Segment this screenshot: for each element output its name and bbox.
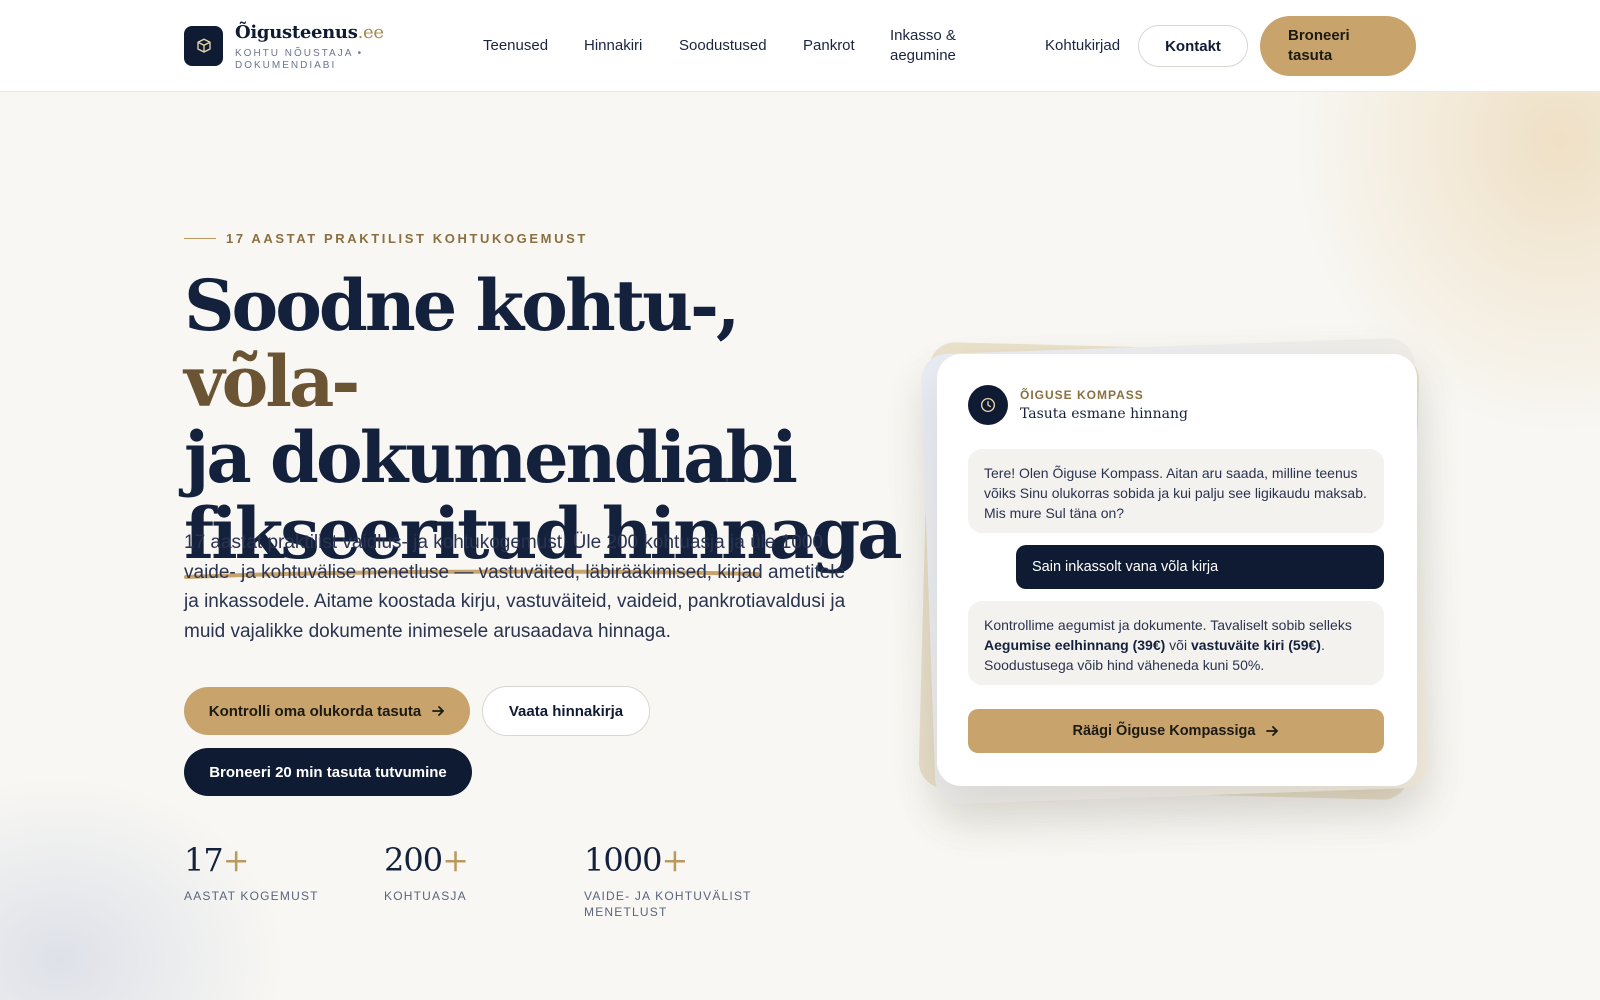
- nav-item-inkasso[interactable]: Inkasso & aegumine: [890, 26, 980, 66]
- price-objection: vastuväite kiri (59€): [1190, 637, 1321, 653]
- brand-name[interactable]: Õigusteenus.ee: [235, 22, 384, 43]
- logo-mark[interactable]: [184, 26, 223, 66]
- chat-user-message: Sain inkassolt vana võla kirja: [1016, 545, 1384, 589]
- nav-item-teenused[interactable]: Teenused: [483, 36, 548, 56]
- eyebrow-line: [184, 238, 216, 239]
- stat-value: 17+: [184, 841, 250, 879]
- chat-bot-greeting: Tere! Olen Õiguse Kompass. Aitan aru saa…: [968, 449, 1384, 533]
- eyebrow-text: 17 AASTAT PRAKTILIST KOHTUKOGEMUST: [226, 231, 588, 246]
- stat-value: 1000+: [584, 841, 688, 879]
- talk-to-compass-button[interactable]: Räägi Õiguse Kompassiga: [968, 709, 1384, 753]
- stat-label: KOHTUASJA: [384, 889, 467, 903]
- arrow-right-icon: [1266, 726, 1279, 736]
- clock-icon: [980, 397, 996, 413]
- stat-label: VAIDE- JA KOHTUVÄLIST MENETLUST: [584, 889, 752, 919]
- stat-value: 200+: [384, 841, 469, 879]
- site-header: Õigusteenus.ee KOHTU NÕUSTAJA • DOKUMEND…: [0, 0, 1600, 92]
- box-icon: [196, 38, 211, 53]
- headline-gold: võla-: [184, 340, 360, 423]
- hero-headline: Soodne kohtu-, võla- ja dokumendiabi fik…: [184, 268, 904, 579]
- nav-item-pankrot[interactable]: Pankrot: [803, 36, 855, 56]
- contact-button[interactable]: Kontakt: [1138, 25, 1248, 67]
- stat-experience: 17+ AASTAT KOGEMUST: [184, 842, 354, 904]
- arrow-right-icon: [432, 706, 445, 716]
- stat-court-cases: 200+ KOHTUASJA: [384, 842, 554, 904]
- talk-to-compass-label: Räägi Õiguse Kompassiga: [1072, 723, 1256, 739]
- brand-tld: .ee: [357, 22, 384, 43]
- book-intro-button[interactable]: Broneeri 20 min tasuta tutvumine: [184, 748, 472, 796]
- chat-title: Tasuta esmane hinnang: [1020, 406, 1188, 422]
- stat-label: AASTAT KOGEMUST: [184, 889, 319, 903]
- view-pricelist-button[interactable]: Vaata hinnakirja: [482, 686, 650, 736]
- headline-part1: Soodne kohtu-,: [184, 264, 740, 347]
- book-free-label: Broneeri tasuta: [1288, 27, 1350, 64]
- chat-bot-reply: Kontrollime aegumist ja dokumente. Taval…: [968, 601, 1384, 685]
- chat-eyebrow: ÕIGUSE KOMPASS: [1020, 388, 1144, 402]
- chat-avatar: [968, 385, 1008, 425]
- nav-item-kohtukirjad[interactable]: Kohtukirjad: [1045, 36, 1120, 56]
- price-estimate: Aegumise eelhinnang (39€): [984, 637, 1166, 653]
- stat-proceedings: 1000+ VAIDE- JA KOHTUVÄLIST MENETLUST: [584, 842, 754, 920]
- nav-item-soodustused[interactable]: Soodustused: [679, 36, 767, 56]
- brand-tagline: KOHTU NÕUSTAJA • DOKUMENDIABI: [235, 48, 364, 71]
- book-free-button[interactable]: Broneeri tasuta: [1260, 16, 1416, 76]
- hero-intro: 17 aastat praktilist vaidlus- ja kohtuko…: [184, 532, 846, 642]
- headline-part2: ja dokumendiabi: [184, 416, 798, 499]
- chat-card: ÕIGUSE KOMPASS Tasuta esmane hinnang Ter…: [937, 354, 1417, 786]
- hero-eyebrow: 17 AASTAT PRAKTILIST KOHTUKOGEMUST: [184, 231, 588, 246]
- check-situation-button[interactable]: Kontrolli oma olukorda tasuta: [184, 687, 470, 735]
- nav-item-hinnakiri[interactable]: Hinnakiri: [584, 36, 642, 56]
- check-situation-label: Kontrolli oma olukorda tasuta: [208, 702, 422, 720]
